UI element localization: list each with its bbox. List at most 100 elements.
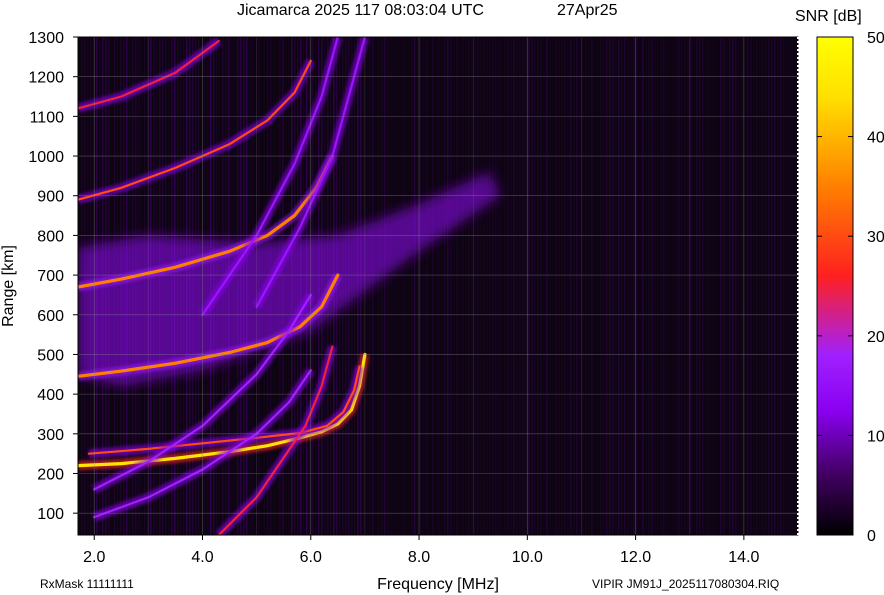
- noise-column: [624, 37, 626, 535]
- noise-column: [486, 37, 488, 535]
- noise-column: [756, 37, 758, 535]
- noise-column: [708, 37, 710, 535]
- colorbar-tick-label: 10: [867, 428, 884, 445]
- noise-column: [654, 37, 656, 535]
- noise-column: [570, 37, 572, 535]
- noise-column: [522, 37, 524, 535]
- noise-column: [732, 37, 734, 535]
- noise-column: [720, 37, 722, 535]
- noise-column: [477, 37, 479, 535]
- noise-column: [381, 37, 383, 535]
- noise-column: [567, 37, 569, 535]
- noise-column: [717, 37, 719, 535]
- noise-column: [483, 37, 485, 535]
- noise-column: [729, 37, 731, 535]
- noise-column: [417, 37, 419, 535]
- noise-column: [693, 37, 695, 535]
- noise-column: [630, 37, 632, 535]
- noise-column: [462, 37, 464, 535]
- y-tick-label: 700: [37, 268, 64, 285]
- noise-column: [543, 37, 545, 535]
- noise-column: [504, 37, 506, 535]
- noise-column: [378, 37, 380, 535]
- noise-column: [501, 37, 503, 535]
- noise-column: [618, 37, 620, 535]
- y-tick-label: 600: [37, 308, 64, 325]
- noise-column: [534, 37, 536, 535]
- noise-column: [696, 37, 698, 535]
- x-tick-label: 14.0: [728, 549, 759, 566]
- noise-column: [519, 37, 521, 535]
- noise-column: [429, 37, 431, 535]
- noise-column: [687, 37, 689, 535]
- noise-column: [480, 37, 482, 535]
- noise-column: [735, 37, 737, 535]
- noise-column: [495, 37, 497, 535]
- noise-column: [408, 37, 410, 535]
- noise-column: [450, 37, 452, 535]
- y-tick-label: 100: [37, 506, 64, 523]
- noise-column: [405, 37, 407, 535]
- noise-column: [555, 37, 557, 535]
- colorbar: [816, 36, 854, 536]
- noise-column: [441, 37, 443, 535]
- noise-column: [672, 37, 674, 535]
- noise-column: [438, 37, 440, 535]
- ionogram: Jicamarca 2025 117 08:03:04 UTC 27Apr25 …: [0, 2, 884, 593]
- noise-column: [675, 37, 677, 535]
- colorbar-tick-label: 40: [867, 130, 884, 147]
- y-tick-label: 500: [37, 347, 64, 364]
- noise-column: [591, 37, 593, 535]
- noise-column: [699, 37, 701, 535]
- noise-column: [774, 37, 776, 535]
- noise-column: [792, 37, 794, 535]
- noise-column: [576, 37, 578, 535]
- noise-column: [420, 37, 422, 535]
- noise-column: [498, 37, 500, 535]
- x-tick-label: 10.0: [512, 549, 543, 566]
- noise-column: [663, 37, 665, 535]
- noise-column: [705, 37, 707, 535]
- noise-column: [606, 37, 608, 535]
- noise-column: [750, 37, 752, 535]
- noise-column: [612, 37, 614, 535]
- noise-column: [660, 37, 662, 535]
- noise-column: [636, 37, 638, 535]
- noise-column: [777, 37, 779, 535]
- noise-column: [642, 37, 644, 535]
- noise-column: [747, 37, 749, 535]
- noise-column: [597, 37, 599, 535]
- x-axis: 2.0 4.0 6.0 8.0 10.0 12.0 14.0: [83, 535, 760, 566]
- y-tick-label: 400: [37, 387, 64, 404]
- noise-column: [513, 37, 515, 535]
- noise-column: [447, 37, 449, 535]
- noise-column: [516, 37, 518, 535]
- colorbar-tick-label: 0: [867, 528, 876, 545]
- colorbar-tick-label: 50: [867, 30, 884, 47]
- noise-column: [411, 37, 413, 535]
- noise-column: [780, 37, 782, 535]
- x-tick-label: 6.0: [300, 549, 322, 566]
- y-tick-label: 300: [37, 427, 64, 444]
- y-tick-label: 800: [37, 228, 64, 245]
- noise-column: [426, 37, 428, 535]
- noise-column: [651, 37, 653, 535]
- x-tick-label: 8.0: [408, 549, 430, 566]
- noise-column: [711, 37, 713, 535]
- y-axis-label: Range [km]: [0, 245, 17, 327]
- noise-column: [546, 37, 548, 535]
- x-tick-label: 12.0: [620, 549, 651, 566]
- noise-column: [552, 37, 554, 535]
- noise-column: [723, 37, 725, 535]
- noise-column: [645, 37, 647, 535]
- noise-column: [795, 37, 797, 535]
- y-axis: 100 200 300 400 500 600 700 800 900 1000 1100 1200 1…: [28, 30, 78, 523]
- noise-column: [678, 37, 680, 535]
- noise-column: [525, 37, 527, 535]
- noise-column: [540, 37, 542, 535]
- noise-column: [741, 37, 743, 535]
- noise-column: [435, 37, 437, 535]
- noise-column: [615, 37, 617, 535]
- noise-column: [666, 37, 668, 535]
- noise-column: [564, 37, 566, 535]
